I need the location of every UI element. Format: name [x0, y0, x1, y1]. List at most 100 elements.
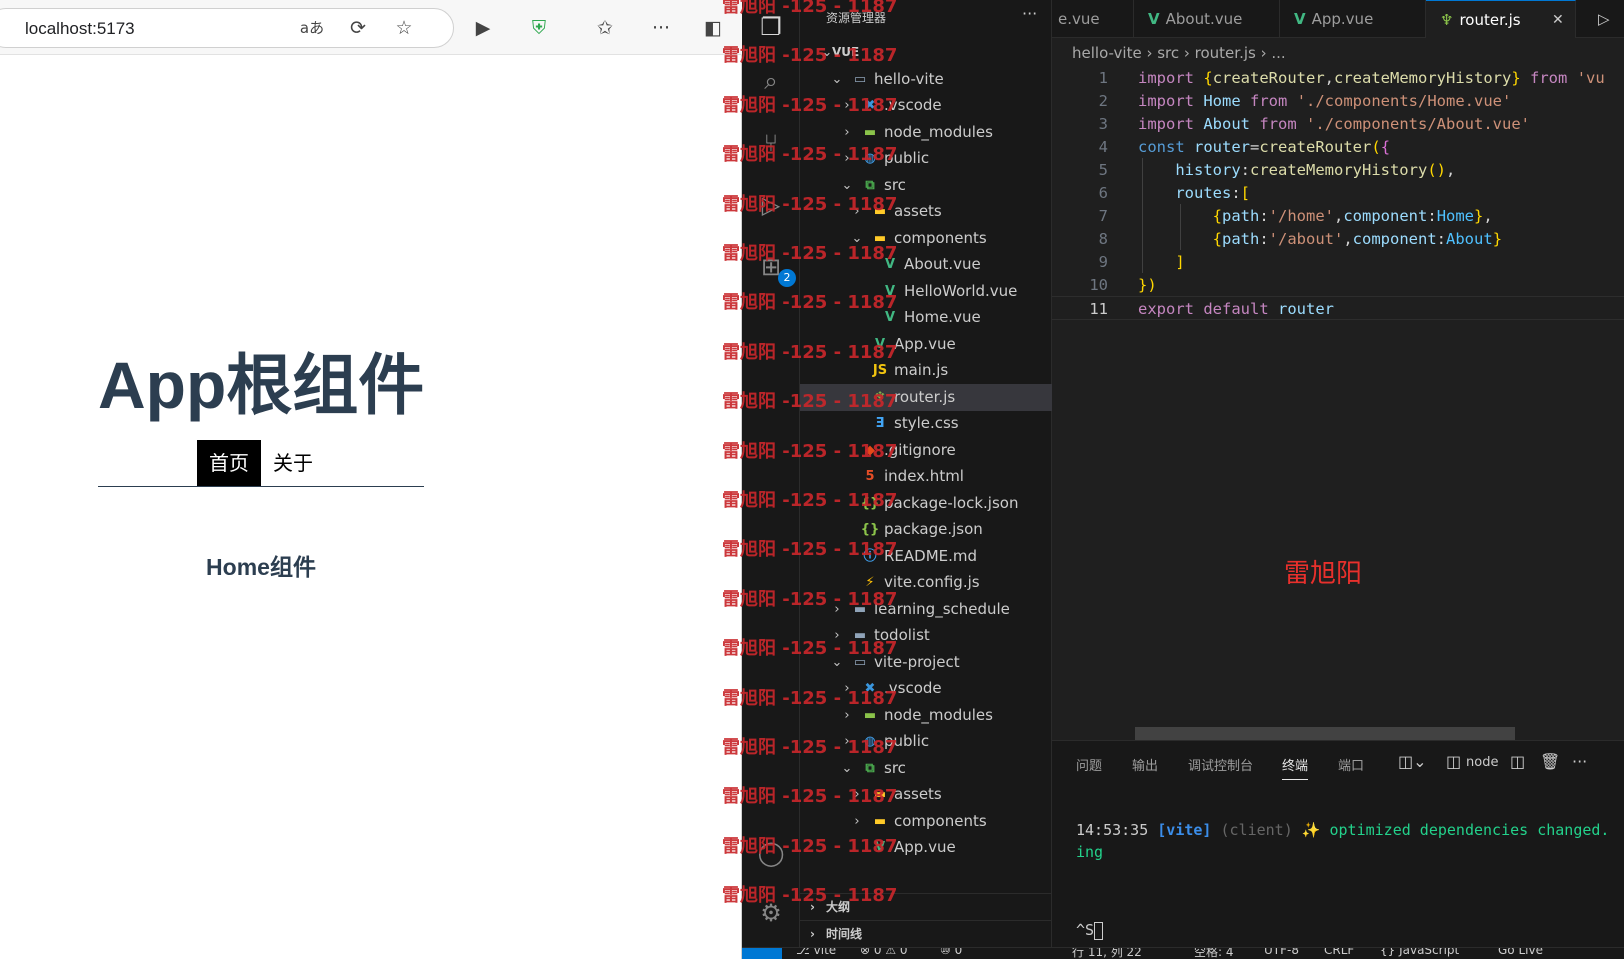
tree-item[interactable]: Ǝstyle.css [800, 410, 1052, 437]
favorite-star-icon[interactable]: ☆ [391, 15, 417, 41]
sidebar-icon[interactable]: ◧ [700, 15, 726, 41]
tree-item[interactable]: V Home.vue [800, 304, 1052, 331]
code-line[interactable]: 8 {path:'/about',component:About} [1052, 227, 1624, 251]
tree-item[interactable]: › ▬ assets [800, 198, 1052, 225]
play-icon[interactable]: ▶ [470, 15, 496, 41]
tree-item[interactable]: ⌄ ▬ components [800, 225, 1052, 252]
chevron-down-icon[interactable]: ⌄ [830, 649, 844, 676]
tree-item[interactable]: › ▬ node_modules [800, 119, 1052, 146]
chevron-right-icon[interactable]: › [840, 145, 854, 172]
tree-item[interactable]: › ▬ todolist [800, 622, 1052, 649]
chevron-right-icon[interactable]: › [840, 92, 854, 119]
tree-item[interactable]: › ◍ public [800, 728, 1052, 755]
source-control-icon[interactable]: ⑂ [756, 128, 786, 158]
chevron-right-icon[interactable]: › [850, 198, 864, 225]
shield-icon[interactable]: ⛨ [526, 15, 552, 41]
more-icon[interactable]: ··· [648, 15, 674, 41]
status-indent[interactable]: 空格: 4 [1194, 948, 1234, 959]
explorer-more-icon[interactable]: ··· [1022, 4, 1037, 23]
terminal-name[interactable]: node [1466, 755, 1498, 770]
outline-section[interactable]: › 大纲 [800, 893, 1052, 920]
tree-item[interactable]: ⌄ ▭ vite-project [800, 649, 1052, 676]
more-icon[interactable]: ··· [1572, 752, 1587, 771]
chevron-down-icon[interactable]: ⌄ [840, 755, 854, 782]
code-line[interactable]: 10}) [1052, 273, 1624, 297]
code-line[interactable]: 3 import About from './components/About.v… [1052, 112, 1624, 136]
settings-gear-icon[interactable]: ⚙ [756, 898, 786, 928]
code-line[interactable]: 2 import Home from './components/Home.vue… [1052, 89, 1624, 113]
run-icon[interactable]: ▷ [1598, 0, 1610, 38]
search-icon[interactable]: ⌕ [756, 66, 786, 96]
nav-link-about[interactable]: 关于 [273, 440, 313, 486]
chevron-right-icon[interactable]: › [830, 622, 844, 649]
code-line[interactable]: 11 export default router [1052, 296, 1624, 320]
terminal-prompt[interactable]: ^S [1076, 921, 1104, 940]
tree-item[interactable]: › ◍ public [800, 145, 1052, 172]
chevron-right-icon[interactable]: › [830, 596, 844, 623]
tree-item[interactable]: ⚡ vite.config.js [800, 569, 1052, 596]
panel-tab-terminal[interactable]: 终端 [1282, 755, 1309, 780]
code-line[interactable]: 7 {path:'/home',component:Home}, [1052, 204, 1624, 228]
read-aloud-icon[interactable]: aあ [299, 15, 325, 41]
tree-item[interactable]: V App.vue [800, 834, 1052, 861]
tree-item[interactable]: {} package.json [800, 516, 1052, 543]
chevron-right-icon[interactable]: › [840, 675, 854, 702]
favorites-icon[interactable]: ✩ [592, 15, 618, 41]
tree-item[interactable]: {} package-lock.json [800, 490, 1052, 517]
chevron-right-icon[interactable]: › [850, 781, 864, 808]
tree-item[interactable]: › ▬ learning_schedule [800, 596, 1052, 623]
run-debug-icon[interactable]: ▷ [756, 190, 786, 220]
code-line[interactable]: 5 history:createMemoryHistory(), [1052, 158, 1624, 182]
remote-indicator[interactable] [742, 948, 782, 959]
tree-item[interactable]: ⌄ VUE [800, 39, 1052, 66]
chevron-right-icon[interactable]: › [840, 702, 854, 729]
chevron-down-icon[interactable]: ⌄ [830, 66, 844, 93]
split-terminal-dropdown-icon[interactable]: ◫⌄ [1398, 752, 1427, 771]
status-encoding[interactable]: UTF-8 [1264, 948, 1299, 957]
refresh-icon[interactable]: ⟳ [345, 15, 371, 41]
tab-router-js[interactable]: ♆ router.js ✕ [1426, 0, 1576, 38]
status-problems[interactable]: ⊗ 0 ⚠ 0 [860, 948, 908, 957]
chevron-down-icon[interactable]: ⌄ [840, 172, 854, 199]
panel-tab-debug-console[interactable]: 调试控制台 [1188, 755, 1253, 774]
code-line[interactable]: 1 import {createRouter,createMemoryHistor… [1052, 66, 1624, 90]
account-icon[interactable]: ◯ [756, 838, 786, 868]
panel-tab-ports[interactable]: 端口 [1338, 755, 1364, 774]
tree-item[interactable]: ◆ .gitignore [800, 437, 1052, 464]
tree-item[interactable]: V App.vue [800, 331, 1052, 358]
tab-app-vue[interactable]: V App.vue [1280, 0, 1426, 38]
chevron-down-icon[interactable]: ⌄ [850, 225, 864, 252]
tree-item[interactable]: ⓘ README.md [800, 543, 1052, 570]
close-icon[interactable]: ✕ [1552, 1, 1564, 39]
chevron-right-icon[interactable]: › [840, 119, 854, 146]
horizontal-scrollbar[interactable] [1135, 727, 1515, 740]
panel-tab-problems[interactable]: 问题 [1076, 755, 1102, 774]
tree-item[interactable]: › ✖ .vscode [800, 675, 1052, 702]
tree-item[interactable]: ⌄ ▭ hello-vite [800, 66, 1052, 93]
nav-link-home[interactable]: 首页 [197, 440, 261, 486]
chevron-right-icon[interactable]: › [840, 728, 854, 755]
tree-item[interactable]: JS main.js [800, 357, 1052, 384]
tree-item[interactable]: › ✖ .vscode [800, 92, 1052, 119]
code-line[interactable]: 4 const router=createRouter({ [1052, 135, 1624, 159]
status-cursor-position[interactable]: 行 11, 列 22 [1072, 948, 1142, 959]
explorer-icon[interactable]: ❐ [756, 12, 786, 42]
status-ports[interactable]: ⑩ 0 [940, 948, 962, 957]
tree-item[interactable]: › ▬ node_modules [800, 702, 1052, 729]
chevron-right-icon[interactable]: › [850, 808, 864, 835]
panel-tab-output[interactable]: 输出 [1132, 755, 1158, 774]
status-eol[interactable]: CRLF [1324, 948, 1354, 957]
tree-item[interactable]: ⌄ ⧉ src [800, 755, 1052, 782]
status-language[interactable]: {} JavaScript [1380, 948, 1459, 957]
split-icon[interactable]: ◫ [1510, 752, 1525, 771]
tree-item[interactable]: ⌄ ⧉ src [800, 172, 1052, 199]
url-input[interactable]: localhost:5173 aあ ⟳ ☆ [0, 8, 454, 48]
tree-item[interactable]: › ▬ components [800, 808, 1052, 835]
timeline-section[interactable]: › 时间线 [800, 920, 1052, 947]
tab-home-vue[interactable]: e.vue [1052, 0, 1134, 38]
tree-item[interactable]: ♆ router.js [800, 383, 1052, 411]
tree-item[interactable]: 5 index.html [800, 463, 1052, 490]
breadcrumb[interactable]: hello-vite › src › router.js › ... [1072, 44, 1286, 62]
status-go-live[interactable]: Go Live [1498, 948, 1543, 957]
url-text[interactable]: localhost:5173 [25, 19, 135, 39]
